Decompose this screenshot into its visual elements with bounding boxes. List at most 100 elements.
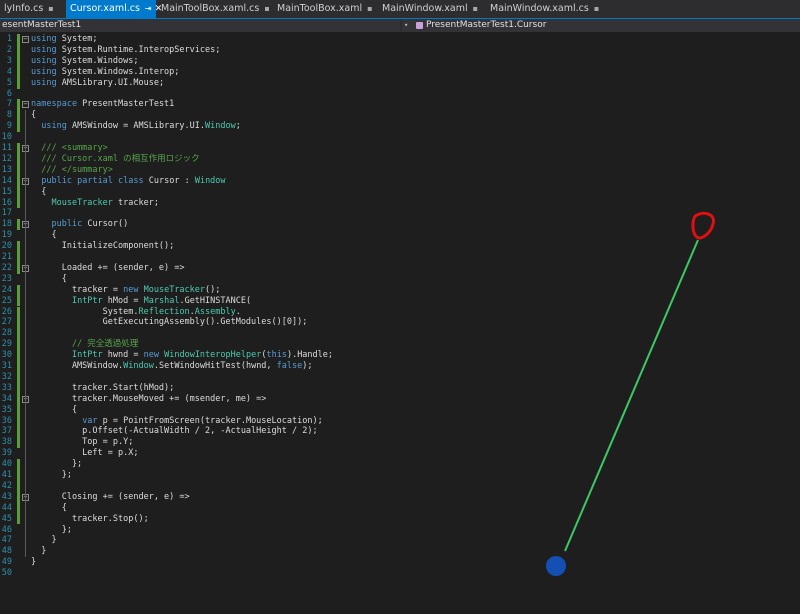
line-number: 6 [6,88,12,99]
line-number: 36 [1,415,12,426]
line-number: 49 [1,557,12,568]
code-line[interactable]: MouseTracker tracker; [31,198,158,209]
line-number: 15 [1,186,12,197]
line-number: 11 [1,143,12,153]
tab-mainwindow-xaml[interactable]: MainWindow.xaml ▪ [378,0,483,18]
line-number: 50 [1,568,12,579]
line-number: 17 [1,208,12,219]
code-line[interactable]: { [31,110,36,121]
member-dropdown[interactable]: ▾ PresentMasterTest1.Cursor [402,19,800,32]
line-number: 12 [1,153,12,164]
line-number: 27 [1,317,12,328]
tab-mainwindow-xaml-cs[interactable]: MainWindow.xaml.cs ▪ [486,0,599,18]
code-line[interactable]: // 完全透過処理 [31,339,138,350]
visual-studio-window: lyInfo.cs ▪ Cursor.xaml.cs ⇥ ✕ MainToolBox.… [0,0,800,614]
code-line[interactable]: tracker.Start(hMod); [31,383,174,394]
code-line[interactable]: { [31,187,46,198]
project-dropdown[interactable]: esentMasterTest1 [0,19,400,32]
code-line[interactable]: public Cursor() [31,219,128,230]
pin-icon[interactable]: ▪ [264,4,269,13]
line-number: 47 [1,535,12,546]
code-line[interactable]: IntPtr hMod = Marshal.GetHINSTANCE( [31,296,251,307]
code-line[interactable]: } [31,546,46,557]
change-bar [17,143,20,209]
tab-cursor-xaml-cs[interactable]: Cursor.xaml.cs ⇥ ✕ [66,0,162,18]
code-line[interactable]: p.Offset(-ActualWidth / 2, -ActualHeight… [31,426,317,437]
change-bar [17,34,20,89]
tab-maintoolbox-xaml[interactable]: MainToolBox.xaml ▪ [273,0,375,18]
code-line[interactable]: using System.Windows; [31,56,138,67]
line-number: 21 [1,252,12,262]
pin-icon[interactable]: ▪ [473,4,478,13]
code-line[interactable]: using System; [31,34,98,45]
code-line[interactable]: { [31,503,67,514]
pin-icon[interactable]: ▪ [48,4,53,13]
pin-icon[interactable]: ⇥ [145,4,152,13]
code-line[interactable]: InitializeComponent(); [31,241,175,252]
code-line[interactable]: } [31,535,56,546]
code-line[interactable]: /// Cursor.xaml の相互作用ロジック [31,154,199,165]
change-bar [17,99,20,133]
line-number: 13 [1,164,12,175]
collapse-icon[interactable]: − [22,36,29,43]
line-number: 45 [1,513,12,524]
code-line[interactable]: tracker = new MouseTracker(); [31,285,220,296]
code-line[interactable]: /// <summary> [31,143,108,154]
code-line[interactable]: Loaded += (sender, e) => [31,263,185,274]
code-line[interactable]: /// </summary> [31,165,113,176]
tab-assemblyinfo[interactable]: lyInfo.cs ▪ [0,0,62,18]
change-bar [17,306,20,449]
tab-label: MainWindow.xaml.cs [490,3,589,14]
pin-icon[interactable]: ▪ [594,4,599,13]
pin-icon[interactable]: ▪ [367,4,372,13]
code-line[interactable]: Top = p.Y; [31,437,133,448]
code-line[interactable]: Left = p.X; [31,448,138,459]
code-line[interactable]: { [31,230,56,241]
code-line[interactable]: GetExecutingAssembly().GetModules()[0]); [31,317,308,328]
tab-label: MainToolBox.xaml.cs [161,3,260,14]
code-line[interactable]: { [31,405,77,416]
line-number: 40 [1,459,12,470]
line-number: 19 [1,230,12,241]
code-line[interactable]: public partial class Cursor : Window [31,176,225,187]
chevron-down-icon[interactable]: ▾ [404,19,408,32]
code-line[interactable]: System.Reflection.Assembly. [31,307,241,318]
code-line[interactable]: using AMSLibrary.UI.Mouse; [31,78,164,89]
code-line[interactable]: { [31,274,67,285]
code-line[interactable]: using System.Runtime.InteropServices; [31,45,220,56]
code-line[interactable]: tracker.Stop(); [31,514,149,525]
line-number: 14 [1,175,12,186]
line-number: 38 [1,437,12,448]
tab-maintoolbox-xaml-cs[interactable]: MainToolBox.xaml.cs ▪ [157,0,270,18]
line-number: 26 [1,306,12,317]
line-number: 28 [1,328,12,339]
tab-label: MainToolBox.xaml [277,3,363,14]
line-number: 10 [1,132,12,143]
code-line[interactable]: IntPtr hwnd = new WindowInteropHelper(th… [31,350,333,361]
code-line[interactable]: }; [31,470,72,481]
class-icon [416,22,423,29]
code-line[interactable]: }; [31,525,72,536]
code-line[interactable]: using AMSWindow = AMSLibrary.UI.Window; [31,121,241,132]
line-number: 39 [1,448,12,459]
line-number: 24 [1,284,12,295]
line-number: 2 [6,44,12,55]
code-line[interactable]: using System.Windows.Interop; [31,67,179,78]
line-number: 9 [6,121,12,132]
tab-label: Cursor.xaml.cs [70,3,140,14]
line-number: 25 [1,295,12,306]
code-line[interactable]: } [31,557,36,568]
code-line[interactable]: AMSWindow.Window.SetWindowHitTest(hwnd, … [31,361,313,372]
code-line[interactable]: tracker.MouseMoved += (msender, me) => [31,394,266,405]
collapse-icon[interactable]: − [22,101,29,109]
navigation-bar: esentMasterTest1 ▾ PresentMasterTest1.Cu… [0,18,800,32]
line-number: 29 [1,339,12,350]
document-tab-strip: lyInfo.cs ▪ Cursor.xaml.cs ⇥ ✕ MainToolBox.… [0,0,800,18]
line-number: 20 [1,241,12,252]
code-line[interactable]: }; [31,459,82,470]
code-editor[interactable]: 1 2 3 4 5 6 7 8 9 10 11 12 13 14 15 16 17 18 19 20 21 22 23 24 2… [0,32,800,614]
code-line[interactable]: Closing += (sender, e) => [31,492,190,503]
code-line[interactable]: var p = PointFromScreen(tracker.MouseLoc… [31,416,323,427]
code-line[interactable]: namespace PresentMasterTest1 [31,99,174,110]
line-number: 43 [1,491,12,502]
